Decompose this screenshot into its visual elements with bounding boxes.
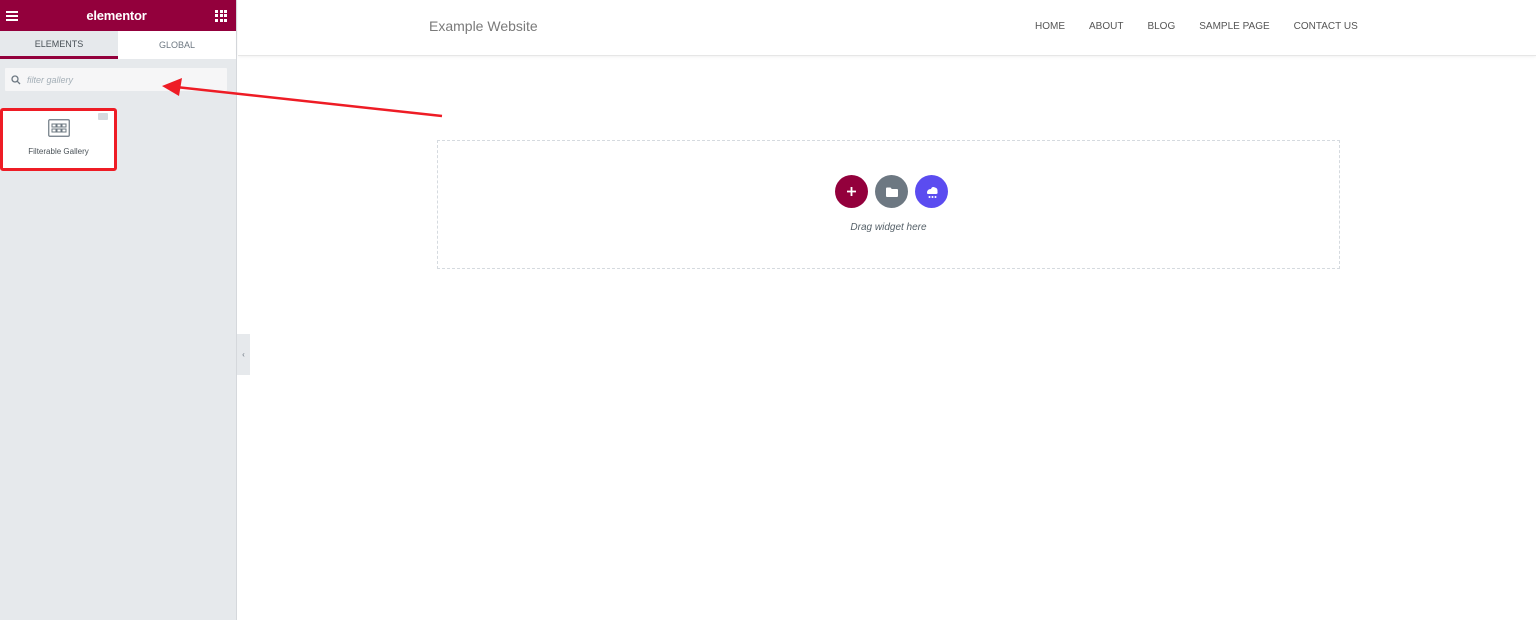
brand-logo: elementor [86,8,147,23]
nav-about[interactable]: ABOUT [1089,21,1123,32]
template-library-icon [926,186,938,198]
hamburger-icon[interactable] [6,10,18,21]
nav-contact-us[interactable]: CONTACT US [1294,21,1358,32]
site-header: Example Website HOME ABOUT BLOG SAMPLE P… [238,0,1536,56]
add-template-button[interactable] [875,175,908,208]
add-section-button[interactable] [835,175,868,208]
tab-elements[interactable]: ELEMENTS [0,31,118,59]
nav-blog[interactable]: BLOG [1147,21,1175,32]
nav-home[interactable]: HOME [1035,21,1065,32]
template-library-button[interactable] [915,175,948,208]
grid-icon[interactable] [215,9,227,22]
dropzone-actions [835,175,948,208]
site-nav: HOME ABOUT BLOG SAMPLE PAGE CONTACT US [1035,21,1358,32]
widget-label: Filterable Gallery [28,147,89,156]
folder-icon [885,187,898,197]
tab-global[interactable]: GLOBAL [118,31,236,59]
gallery-grid-icon [47,119,70,137]
nav-sample-page[interactable]: SAMPLE PAGE [1199,21,1269,32]
chevron-left-icon: ‹ [242,350,245,359]
plus-icon [847,187,856,196]
dropzone-hint: Drag widget here [850,222,927,233]
elementor-panel: elementor ELEMENTS GLOBAL [0,0,237,620]
pro-badge [98,113,108,120]
drop-zone[interactable]: Drag widget here [437,140,1340,269]
search-icon [11,74,21,84]
widget-filterable-gallery[interactable]: Filterable Gallery [0,108,117,171]
panel-tabs: ELEMENTS GLOBAL [0,31,236,59]
search-bar [4,67,228,92]
search-input[interactable] [27,74,217,85]
panel-header: elementor [0,0,236,31]
site-title[interactable]: Example Website [429,18,538,34]
editor-window: elementor ELEMENTS GLOBAL Filterable Ga [0,0,1536,620]
collapse-panel-button[interactable]: ‹ [237,334,250,375]
